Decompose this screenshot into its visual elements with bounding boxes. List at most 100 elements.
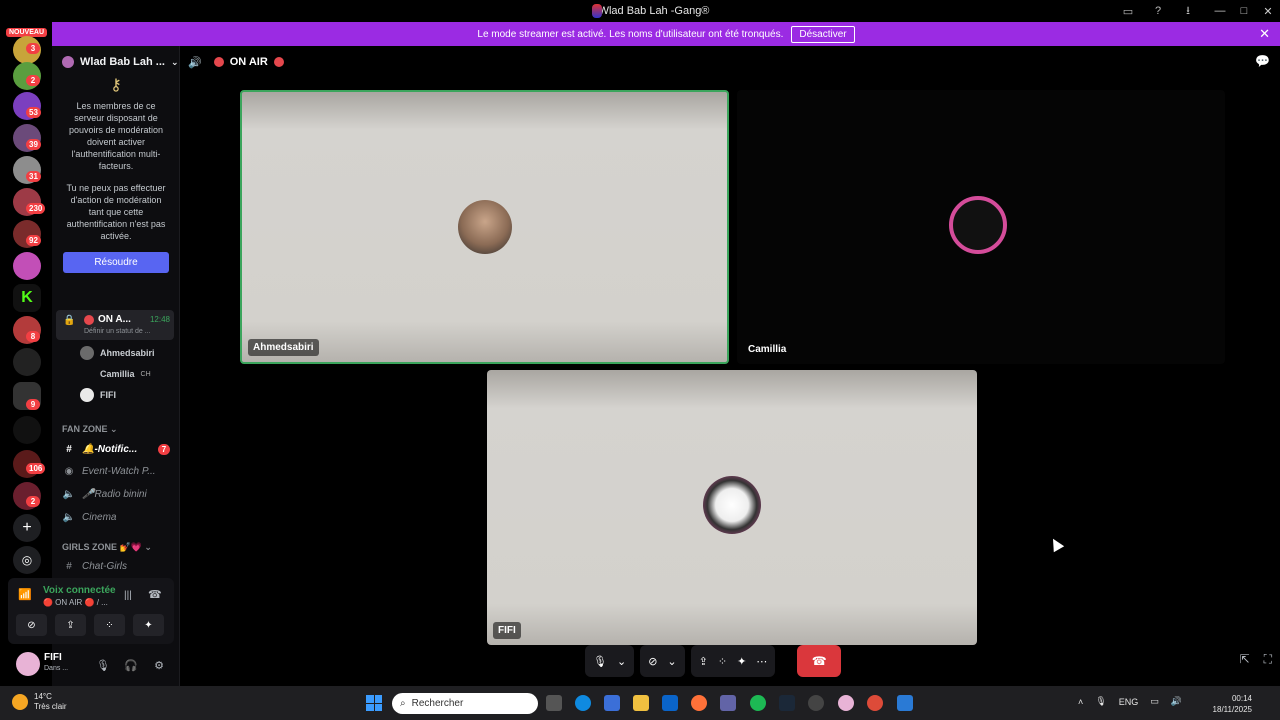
record-icon xyxy=(84,315,94,325)
participant-tile[interactable]: FIFI xyxy=(487,370,977,645)
avatar xyxy=(949,196,1007,254)
disable-streamer-button[interactable]: Désactiver xyxy=(791,25,855,43)
lock-icon: 🔒 xyxy=(63,315,76,326)
file-explorer-icon[interactable] xyxy=(633,695,649,711)
channel-item[interactable]: 🔈 Cinema xyxy=(62,512,174,523)
system-tray: ˄ 🎙 ENG ▭ 🔊 xyxy=(1078,696,1182,707)
teams-icon[interactable] xyxy=(720,695,736,711)
voice-member[interactable]: Camillia CH xyxy=(80,367,151,381)
signal-icon[interactable]: 📶 xyxy=(18,588,32,601)
stage-channel-icon: ◉ xyxy=(64,466,74,477)
avatar xyxy=(80,346,94,360)
chevron-up-icon[interactable]: ˄ xyxy=(1078,697,1083,707)
headphones-icon[interactable]: 🎧 xyxy=(122,656,140,674)
maximize-button[interactable]: □ xyxy=(1232,0,1256,22)
activities-button[interactable]: ⁘ xyxy=(94,614,125,636)
kick-server-icon[interactable]: K xyxy=(13,284,41,312)
volume-icon[interactable]: 🔊 xyxy=(1171,696,1182,707)
firefox-icon[interactable] xyxy=(691,695,707,711)
server-header[interactable]: Wlad Bab Lah ... ⌄ xyxy=(52,46,179,78)
activities-icon[interactable]: ⁘ xyxy=(718,655,727,668)
participant-tile[interactable]: Ahmedsabiri xyxy=(240,90,729,364)
channel-item[interactable]: ◉ Event-Watch P... xyxy=(62,466,174,477)
app-icon[interactable] xyxy=(808,695,824,711)
server-icon[interactable] xyxy=(13,252,41,280)
unread-badge: 92 xyxy=(26,235,41,246)
download-icon[interactable]: ⭳ xyxy=(1180,3,1196,19)
channel-label: Event-Watch P... xyxy=(82,466,156,477)
store-icon[interactable] xyxy=(604,695,620,711)
date: 18/11/2025 xyxy=(1212,705,1252,714)
camera-off-icon[interactable]: ⊘ xyxy=(648,655,657,668)
chevron-down-icon[interactable]: ⌄ xyxy=(667,655,676,668)
soundboard-icon[interactable]: ✦ xyxy=(737,655,746,668)
record-icon xyxy=(273,57,284,67)
noise-suppression-icon[interactable]: ||| xyxy=(124,590,132,601)
resolve-button[interactable]: Résoudre xyxy=(63,252,169,273)
gear-icon[interactable]: ⚙ xyxy=(150,656,168,674)
voice-connection-panel: 📶 Voix connectée 🔴 ON AIR 🔴 / ... ||| ☎ … xyxy=(8,578,174,644)
speaker-icon: 🔈 xyxy=(62,489,76,500)
active-voice-channel[interactable]: 🔒 ON A... 12:48 Définir un statut de ... xyxy=(56,310,174,340)
discord-icon[interactable] xyxy=(838,695,854,711)
fullscreen-icon[interactable]: ⛶ xyxy=(1264,652,1272,667)
category-label: GIRLS ZONE 💅💗 xyxy=(62,542,142,552)
avatar[interactable] xyxy=(16,652,40,676)
camera-off-button[interactable]: ⊘ xyxy=(16,614,47,636)
avatar xyxy=(80,367,94,381)
chat-icon[interactable]: 💬 xyxy=(1255,54,1270,68)
call-controls: 🎙 ⌄ ⊘ ⌄ ⇪ ⁘ ✦ ⋯ ☎ xyxy=(585,645,842,677)
screenshare-icon[interactable]: ⇪ xyxy=(699,655,708,668)
network-icon[interactable]: ▭ xyxy=(1150,696,1159,707)
explore-icon[interactable]: ◎ xyxy=(13,546,41,574)
close-icon[interactable]: ✕ xyxy=(1259,26,1270,42)
disconnect-button[interactable]: ☎ xyxy=(797,645,842,677)
inbox-icon[interactable]: ▭ xyxy=(1120,3,1136,19)
mic-control: 🎙 ⌄ xyxy=(585,645,635,677)
minimize-button[interactable]: — xyxy=(1208,0,1232,22)
outlook-icon[interactable] xyxy=(662,695,678,711)
spotify-icon[interactable] xyxy=(750,695,766,711)
time: 00:14 xyxy=(1231,694,1252,703)
participant-tile[interactable]: Camillia xyxy=(737,90,1225,364)
microphone-icon[interactable]: 🎙 xyxy=(593,655,607,668)
channel-item[interactable]: # 🔔-Notific... 7 xyxy=(62,444,174,455)
chevron-down-icon[interactable]: ⌄ xyxy=(617,655,626,668)
category-girls-zone[interactable]: GIRLS ZONE 💅💗 ⌄ xyxy=(62,542,152,553)
channel-status[interactable]: Définir un statut de ... xyxy=(84,328,151,335)
server-icon[interactable] xyxy=(13,348,41,376)
add-server-icon[interactable]: + xyxy=(13,514,41,542)
mfa-notice: ⚷ Les membres de ce serveur disposant de… xyxy=(52,78,180,273)
clock[interactable]: 00:14 18/11/2025 xyxy=(1213,693,1252,715)
user-panel: FIFI Dans ... 🎙 🎧 ⚙ xyxy=(8,648,174,682)
soundboard-button[interactable]: ✦ xyxy=(133,614,164,636)
server-icon[interactable] xyxy=(13,416,41,444)
microphone-icon[interactable]: 🎙 xyxy=(1095,696,1106,707)
member-name: Ahmedsabiri xyxy=(100,348,155,358)
chrome-icon[interactable] xyxy=(867,695,883,711)
app-icon[interactable] xyxy=(897,695,913,711)
category-fan-zone[interactable]: FAN ZONE ⌄ xyxy=(62,424,118,435)
search-box[interactable]: ⌕ Rechercher xyxy=(392,693,538,714)
channel-label: 🎤Radio binini xyxy=(82,489,147,500)
voice-member[interactable]: FIFI xyxy=(80,388,116,402)
disconnect-icon[interactable]: ☎ xyxy=(148,588,162,601)
help-icon[interactable]: ? xyxy=(1150,3,1166,19)
language-indicator[interactable]: ENG xyxy=(1119,697,1139,707)
voice-channel-link[interactable]: 🔴 ON AIR 🔴 / ... xyxy=(43,598,108,607)
edge-icon[interactable] xyxy=(575,695,591,711)
voice-member[interactable]: Ahmedsabiri xyxy=(80,346,155,360)
windows-start-icon[interactable] xyxy=(366,695,382,711)
microphone-icon[interactable]: 🎙 xyxy=(94,656,112,674)
channel-item[interactable]: # Chat-Girls xyxy=(62,561,174,572)
weather-widget[interactable]: 14°C Très clair xyxy=(12,692,67,712)
channel-item[interactable]: 🔈 🎤Radio binini xyxy=(62,489,174,500)
task-view-icon[interactable] xyxy=(546,695,562,711)
unread-badge: 106 xyxy=(26,463,46,474)
popout-icon[interactable]: ⇱ xyxy=(1240,652,1250,667)
close-button[interactable]: ✕ xyxy=(1256,0,1280,22)
more-icon[interactable]: ⋯ xyxy=(756,655,767,668)
screenshare-button[interactable]: ⇪ xyxy=(55,614,86,636)
steam-icon[interactable] xyxy=(779,695,795,711)
chevron-down-icon: ⌄ xyxy=(170,56,179,67)
